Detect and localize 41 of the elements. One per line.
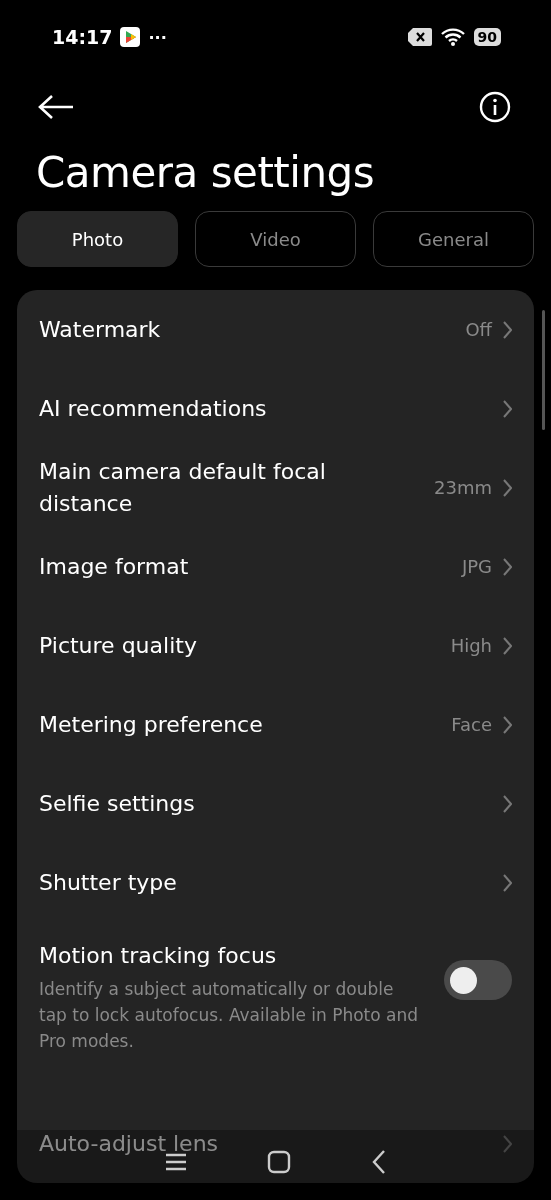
- setting-value: High: [450, 635, 492, 656]
- setting-value: Face: [451, 714, 492, 735]
- chevron-icon: [502, 1133, 512, 1154]
- chevron-icon: [502, 398, 512, 419]
- wifi-icon: [439, 27, 466, 47]
- setting-label[interactable]: Auto-adjust lens: [39, 1127, 492, 1160]
- chevron-icon: [502, 635, 512, 656]
- back-chevron-icon[interactable]: [370, 1149, 387, 1175]
- menu-icon[interactable]: [164, 1152, 187, 1172]
- setting-label[interactable]: Shutter type: [39, 866, 492, 899]
- setting-label[interactable]: Selfie settings: [39, 787, 492, 820]
- setting-label[interactable]: Metering preference: [39, 708, 442, 741]
- battery-level: 90: [473, 28, 501, 46]
- toggle-switch[interactable]: [444, 960, 512, 1000]
- setting-label[interactable]: Main camera default focal distance: [39, 455, 424, 520]
- setting-value: JPG: [461, 556, 492, 577]
- back-arrow-icon[interactable]: [38, 94, 74, 120]
- setting-description: Identify a subject automatically or double tap to lock autofocus. Available in Photo and Pro modes.: [39, 978, 420, 1053]
- tab[interactable]: General: [373, 211, 534, 267]
- chevron-icon: [502, 319, 512, 340]
- setting-value: 23mm: [434, 477, 492, 498]
- chevron-icon: [502, 714, 512, 735]
- more-notifications: ···: [148, 27, 167, 47]
- play-store-icon: [120, 27, 141, 47]
- chevron-icon: [502, 477, 512, 498]
- page-title: Camera settings: [36, 148, 375, 197]
- setting-label[interactable]: Watermark: [39, 313, 456, 346]
- setting-label[interactable]: AI recommendations: [39, 392, 492, 425]
- setting-label: Motion tracking focus: [39, 942, 278, 970]
- setting-label[interactable]: Picture quality: [39, 629, 441, 662]
- setting-value: Off: [465, 319, 492, 340]
- setting-label[interactable]: Image format: [39, 550, 452, 583]
- chevron-icon: [502, 872, 512, 893]
- home-square-icon[interactable]: [266, 1150, 291, 1174]
- info-icon[interactable]: [479, 91, 511, 123]
- status-time: 14:17: [52, 26, 113, 48]
- chevron-icon: [502, 793, 512, 814]
- tab[interactable]: Photo: [17, 211, 178, 267]
- no-sim-icon: [407, 28, 432, 46]
- tab[interactable]: Video: [195, 211, 356, 267]
- chevron-icon: [502, 556, 512, 577]
